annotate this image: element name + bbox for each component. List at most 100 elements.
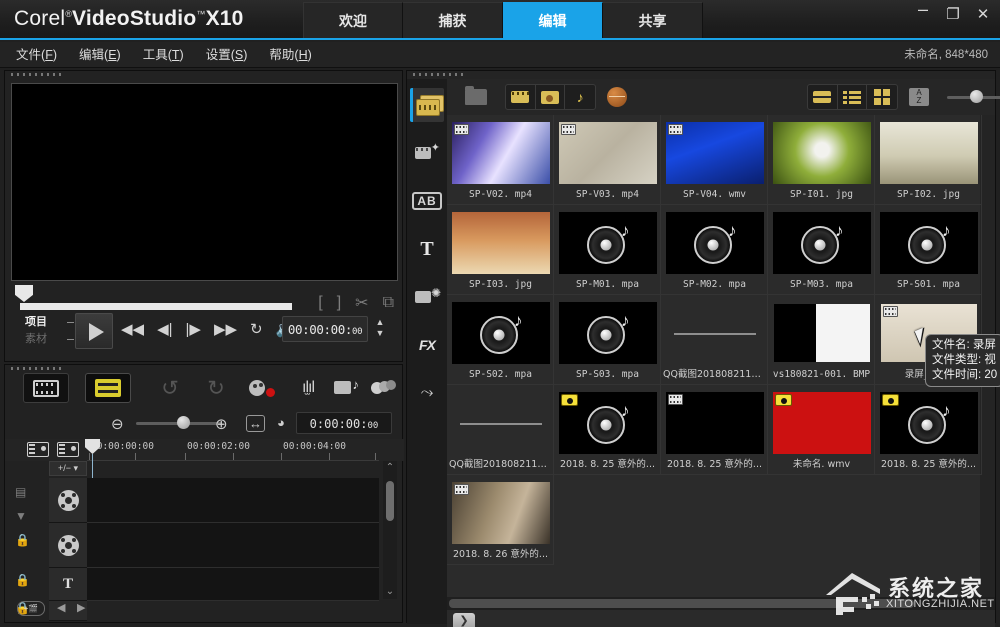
track-header-title[interactable]: T bbox=[49, 568, 87, 601]
close-button[interactable]: ✕ bbox=[974, 6, 992, 24]
sidebar-item-text[interactable]: T bbox=[410, 232, 444, 266]
list-item[interactable]: SP-V02. mp4 bbox=[447, 115, 554, 205]
scroll-left-icon[interactable]: ◀ bbox=[57, 601, 65, 614]
list-item[interactable]: SP-I02. jpg bbox=[875, 115, 982, 205]
lock-icon-overlay[interactable]: 🔒 bbox=[15, 573, 30, 587]
mark-out-icon[interactable]: ] bbox=[337, 294, 341, 312]
list-item[interactable]: SP-I03. jpg bbox=[447, 205, 554, 295]
menu-help[interactable]: 帮助(H) bbox=[269, 42, 311, 68]
undo-button[interactable]: ↺ bbox=[147, 373, 193, 403]
motion-tracking-button[interactable] bbox=[361, 373, 407, 403]
track-header-overlay[interactable] bbox=[49, 523, 87, 568]
sidebar-item-media[interactable] bbox=[410, 88, 444, 122]
maximize-button[interactable]: ❐ bbox=[944, 6, 962, 24]
track-expand-chevron-icon[interactable]: ▼ bbox=[15, 509, 27, 523]
tab-edit[interactable]: 编辑 bbox=[503, 2, 603, 38]
track-header-video[interactable] bbox=[49, 478, 87, 523]
list-item[interactable]: ♪ SP-M03. mpa bbox=[768, 205, 875, 295]
sort-button[interactable]: AZ bbox=[907, 85, 931, 109]
tab-capture[interactable]: 捕获 bbox=[403, 2, 503, 38]
library-panel-grip[interactable] bbox=[413, 71, 467, 78]
mark-in-icon[interactable]: [ bbox=[318, 294, 322, 312]
filter-photo-button[interactable] bbox=[536, 85, 566, 109]
list-item[interactable]: ♪ SP-S03. mpa bbox=[554, 295, 661, 385]
scroll-up-icon[interactable]: ⌃ bbox=[383, 461, 397, 475]
list-item[interactable]: ♪ SP-M02. mpa bbox=[661, 205, 768, 295]
list-item[interactable]: SP-V03. mp4 bbox=[554, 115, 661, 205]
storyboard-view-button[interactable] bbox=[23, 373, 69, 403]
record-capture-button[interactable] bbox=[239, 373, 285, 403]
redo-button[interactable]: ↻ bbox=[193, 373, 239, 403]
cut-clip-icon[interactable]: ✂ bbox=[355, 293, 368, 313]
list-item[interactable]: 未命名. wmv bbox=[768, 385, 875, 475]
list-item[interactable]: QQ截图2018082114... bbox=[661, 295, 768, 385]
sidebar-item-path[interactable]: ⤳ bbox=[410, 376, 444, 410]
timeline-view-button[interactable] bbox=[85, 373, 131, 403]
import-online-button[interactable] bbox=[605, 85, 629, 109]
tab-share[interactable]: 共享 bbox=[603, 2, 703, 38]
preview-panel-grip[interactable] bbox=[11, 71, 65, 78]
view-list-large-button[interactable] bbox=[808, 85, 838, 109]
track-manager-icon[interactable] bbox=[57, 442, 79, 457]
list-item[interactable]: ♪ SP-S02. mpa bbox=[447, 295, 554, 385]
sidebar-item-fx[interactable]: FX bbox=[410, 328, 444, 362]
preview-scrubber[interactable]: [ ] ✂ ⧉ bbox=[11, 285, 398, 311]
menu-edit[interactable]: 编辑(E) bbox=[79, 42, 121, 68]
timecode-stepper[interactable]: ▲▼ bbox=[374, 317, 386, 341]
timeline-panel-grip[interactable] bbox=[11, 365, 65, 372]
scroll-down-icon[interactable]: ⌄ bbox=[383, 585, 397, 599]
next-frame-icon[interactable]: |▶ bbox=[186, 319, 201, 341]
track-add-remove-button[interactable]: +/− ▾ bbox=[49, 461, 87, 476]
timeline-ruler[interactable]: 00:00:00:00 00:00:02:00 00:00:04:00 bbox=[87, 439, 379, 461]
preview-timecode[interactable]: 00:00:00:00 bbox=[282, 316, 368, 342]
repeat-icon[interactable]: ↻ bbox=[250, 319, 263, 341]
lock-icon-video[interactable]: 🔒 bbox=[15, 533, 30, 547]
expand-library-button[interactable]: ❯ bbox=[453, 613, 475, 627]
view-thumbnails-button[interactable] bbox=[867, 85, 897, 109]
menu-settings[interactable]: 设置(S) bbox=[206, 42, 248, 68]
list-item[interactable]: 2018. 8. 26 意外的... bbox=[447, 475, 554, 565]
view-details-button[interactable] bbox=[838, 85, 868, 109]
end-icon[interactable]: ▶▶ bbox=[214, 319, 237, 341]
play-button[interactable] bbox=[75, 313, 113, 349]
lane-overlay[interactable] bbox=[87, 523, 379, 568]
thumbnail-size-slider-knob[interactable] bbox=[970, 90, 983, 103]
filter-audio-button[interactable]: ♪ bbox=[565, 85, 595, 109]
add-folder-button[interactable] bbox=[463, 85, 489, 109]
preview-screen[interactable] bbox=[11, 83, 398, 281]
list-item[interactable]: ♪ 2018. 8. 25 意外的... bbox=[875, 385, 982, 475]
list-item[interactable]: vs180821-001. BMP bbox=[768, 295, 875, 385]
sidebar-item-transition[interactable] bbox=[410, 136, 444, 170]
sidebar-item-graphic[interactable] bbox=[410, 280, 444, 314]
all-tracks-icon[interactable] bbox=[27, 442, 49, 457]
home-icon[interactable]: ◀◀ bbox=[121, 319, 144, 341]
zoom-out-icon[interactable]: ⊖ bbox=[111, 415, 124, 433]
lane-video[interactable] bbox=[87, 478, 379, 523]
menu-file[interactable]: 文件(F) bbox=[16, 42, 57, 68]
track-toggle-icon[interactable]: ▤ bbox=[15, 485, 26, 499]
tab-welcome[interactable]: 欢迎 bbox=[303, 2, 403, 38]
timeline-scroll-thumb[interactable] bbox=[386, 481, 394, 521]
scrubber-handle-icon[interactable] bbox=[15, 285, 33, 302]
timeline-vertical-scrollbar[interactable]: ⌃ ⌄ bbox=[383, 461, 397, 599]
timeline-zoom-knob[interactable] bbox=[177, 416, 190, 429]
zoom-in-icon[interactable]: ⊕ bbox=[215, 415, 228, 433]
sidebar-item-title-ab[interactable]: AB bbox=[410, 184, 444, 218]
lane-title[interactable] bbox=[87, 568, 379, 601]
clock-icon[interactable]: ◕ bbox=[277, 415, 285, 430]
preview-mode-project[interactable]: 项目 bbox=[25, 314, 65, 331]
fit-project-icon[interactable]: ↔ bbox=[246, 415, 265, 432]
list-item[interactable]: SP-V04. wmv bbox=[661, 115, 768, 205]
menu-tools[interactable]: 工具(T) bbox=[143, 42, 184, 68]
list-item[interactable]: ♪ 2018. 8. 25 意外的... bbox=[554, 385, 661, 475]
minimize-button[interactable]: – bbox=[914, 6, 932, 24]
list-item[interactable]: 2018. 8. 25 意外的... bbox=[661, 385, 768, 475]
add-track-button[interactable]: +🎬 bbox=[17, 601, 45, 616]
preview-mode-clip[interactable]: 素材 bbox=[25, 331, 65, 348]
list-item[interactable]: SP-I01. jpg bbox=[768, 115, 875, 205]
scrubber-track[interactable] bbox=[20, 303, 292, 310]
capture-snapshot-icon[interactable]: ⧉ bbox=[383, 294, 394, 312]
list-item[interactable]: ♪ SP-M01. mpa bbox=[554, 205, 661, 295]
scroll-right-icon[interactable]: ▶ bbox=[77, 601, 85, 614]
list-item[interactable]: QQ截图2018082114... bbox=[447, 385, 554, 475]
